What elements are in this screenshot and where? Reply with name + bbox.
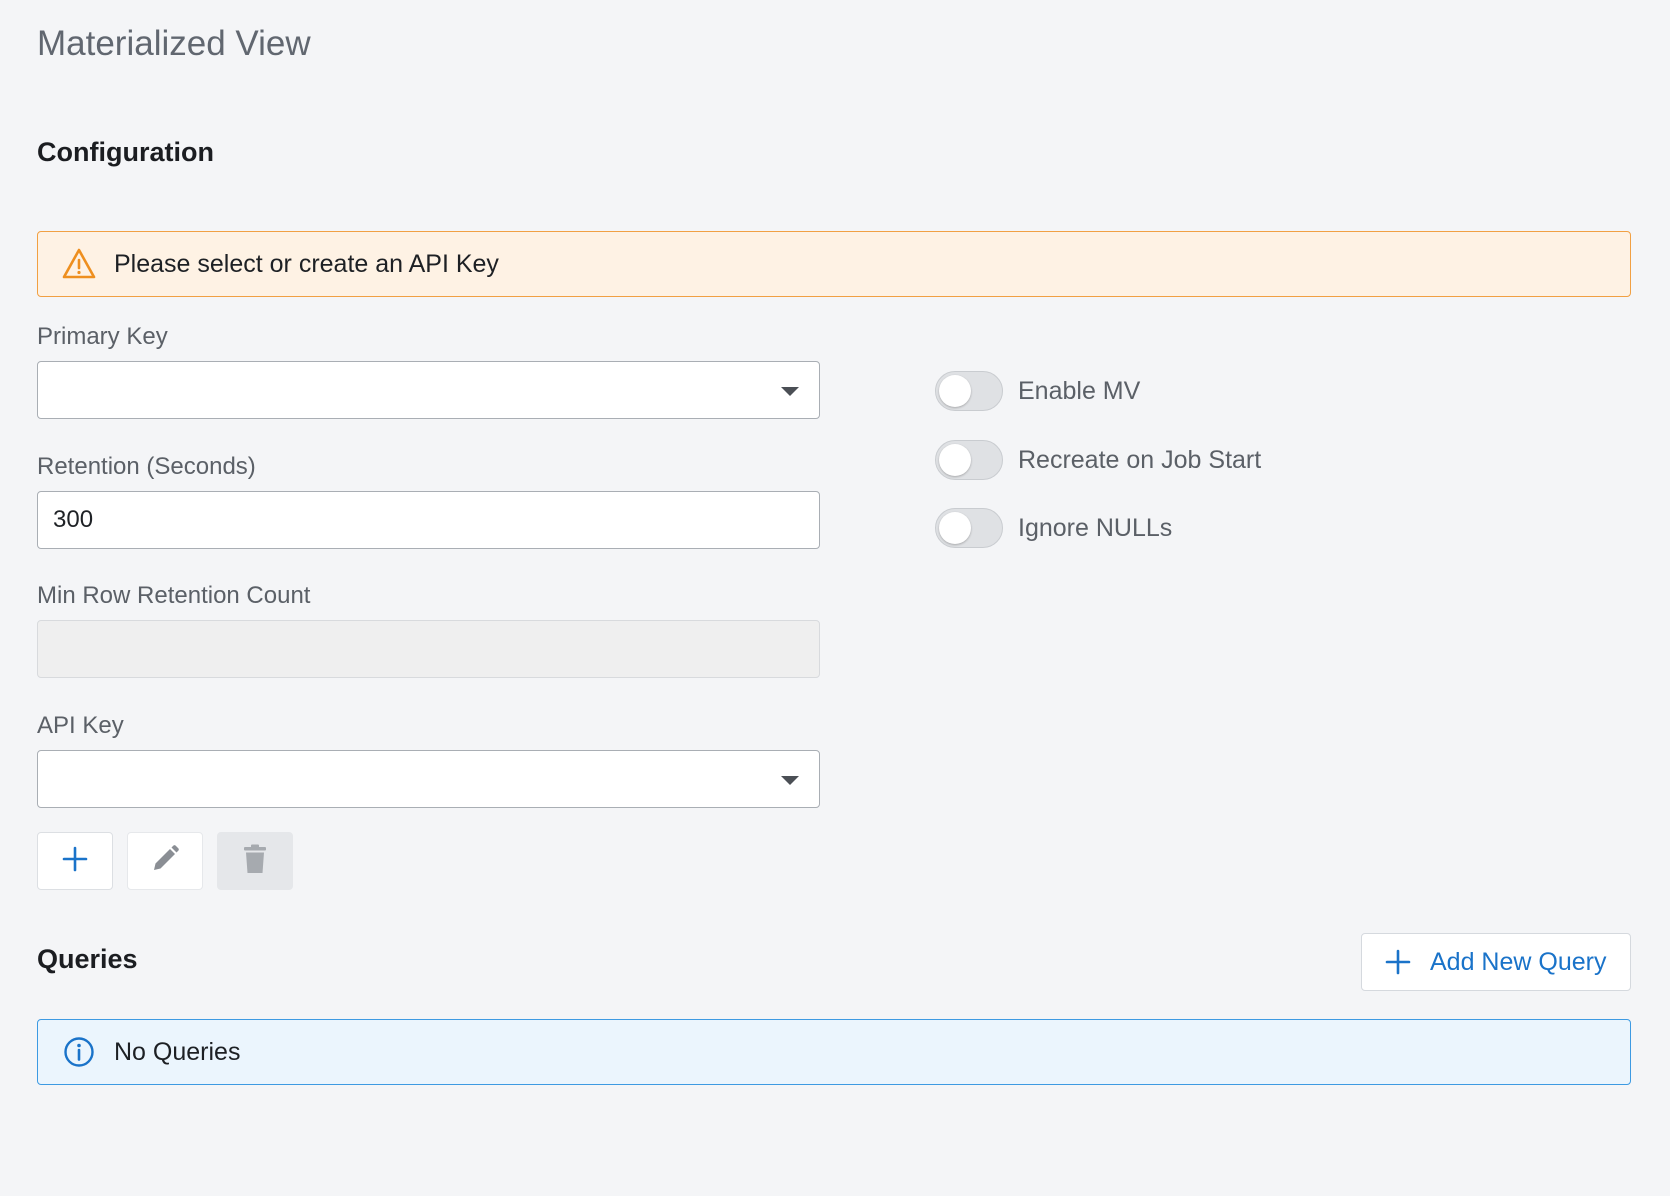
retention-label: Retention (Seconds) (37, 453, 256, 480)
primary-key-select[interactable] (37, 361, 820, 419)
plus-icon (1384, 948, 1412, 976)
configuration-heading: Configuration (37, 137, 214, 167)
ignore-nulls-row: Ignore NULLs (935, 508, 1172, 548)
no-queries-notice: No Queries (37, 1019, 1631, 1085)
pencil-icon (150, 844, 180, 879)
trash-icon (243, 844, 267, 879)
enable-mv-label: Enable MV (1018, 376, 1141, 405)
retention-value: 300 (53, 506, 94, 533)
plus-icon (62, 846, 88, 877)
delete-api-key-button (217, 832, 293, 890)
api-key-warning: Please select or create an API Key (37, 231, 1631, 297)
add-api-key-button[interactable] (37, 832, 113, 890)
primary-key-label: Primary Key (37, 323, 168, 350)
min-row-retention-label: Min Row Retention Count (37, 582, 311, 609)
recreate-on-job-start-toggle[interactable] (935, 440, 1003, 480)
add-new-query-button[interactable]: Add New Query (1361, 933, 1631, 991)
info-icon (62, 1035, 96, 1069)
warning-icon (62, 247, 96, 281)
add-new-query-label: Add New Query (1430, 947, 1607, 976)
no-queries-message: No Queries (114, 1037, 241, 1066)
chevron-down-icon (781, 776, 799, 785)
enable-mv-row: Enable MV (935, 371, 1140, 411)
min-row-retention-input (37, 620, 820, 678)
ignore-nulls-label: Ignore NULLs (1018, 513, 1173, 542)
ignore-nulls-toggle[interactable] (935, 508, 1003, 548)
edit-api-key-button[interactable] (127, 832, 203, 890)
recreate-on-job-start-label: Recreate on Job Start (1018, 445, 1262, 474)
page-title: Materialized View (37, 24, 311, 63)
warning-message: Please select or create an API Key (114, 249, 499, 278)
api-key-label: API Key (37, 712, 124, 739)
chevron-down-icon (781, 387, 799, 396)
enable-mv-toggle[interactable] (935, 371, 1003, 411)
queries-heading: Queries (37, 944, 138, 974)
retention-input[interactable]: 300 (37, 491, 820, 549)
recreate-on-job-start-row: Recreate on Job Start (935, 440, 1261, 480)
api-key-select[interactable] (37, 750, 820, 808)
